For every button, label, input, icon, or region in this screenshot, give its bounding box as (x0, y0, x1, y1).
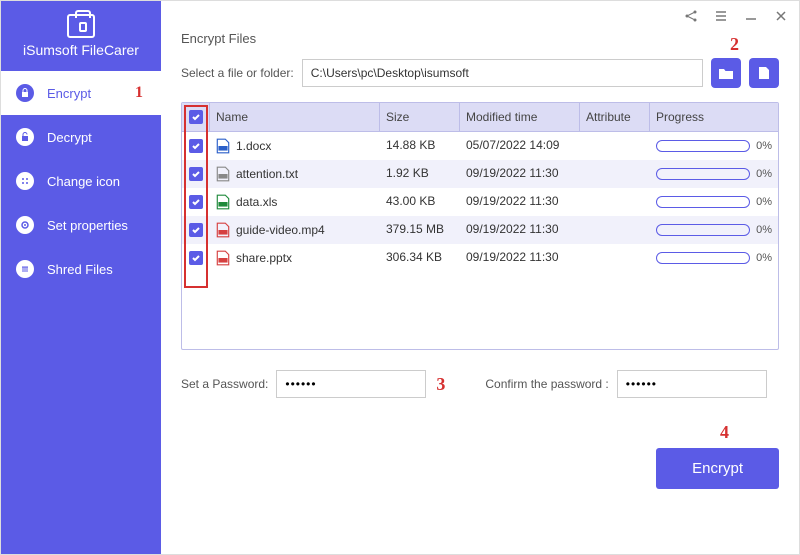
file-size: 43.00 KB (380, 188, 460, 216)
progress-text: 0% (756, 224, 772, 236)
sidebar-item-change-icon[interactable]: Change icon (1, 159, 161, 203)
col-header-size[interactable]: Size (380, 103, 460, 131)
file-type-icon (216, 250, 230, 266)
app-title: iSumsoft FileCarer (23, 42, 139, 58)
sidebar-item-label: Shred Files (47, 262, 113, 277)
col-header-prog[interactable]: Progress (650, 103, 778, 131)
file-size: 14.88 KB (380, 132, 460, 160)
sidebar-item-label: Change icon (47, 174, 120, 189)
main-panel: Encrypt Files 2 Select a file or folder:… (161, 1, 799, 554)
menu-icon[interactable] (713, 8, 729, 24)
shred-icon (15, 259, 35, 279)
file-icon (758, 66, 770, 80)
sidebar: iSumsoft FileCarer Encrypt 1 Decrypt (1, 1, 161, 554)
table-row[interactable]: guide-video.mp4 379.15 MB09/19/2022 11:30… (182, 216, 778, 244)
file-size: 1.92 KB (380, 160, 460, 188)
folder-icon (718, 66, 734, 80)
progress-bar (656, 168, 750, 180)
progress-bar (656, 224, 750, 236)
titlebar (161, 1, 799, 31)
annotation-badge-4: 4 (720, 422, 729, 443)
file-time: 09/19/2022 11:30 (460, 244, 580, 272)
table-row[interactable]: attention.txt 1.92 KB09/19/2022 11:30 0% (182, 160, 778, 188)
gear-icon (15, 215, 35, 235)
file-time: 05/07/2022 14:09 (460, 132, 580, 160)
browse-folder-button[interactable] (711, 58, 741, 88)
file-type-icon (216, 222, 230, 238)
progress-text: 0% (756, 168, 772, 180)
app-logo-icon (67, 14, 95, 38)
share-icon[interactable] (683, 8, 699, 24)
annotation-badge-1: 1 (135, 84, 143, 102)
file-attr (580, 244, 650, 272)
select-all-checkbox[interactable] (189, 110, 203, 124)
col-header-time[interactable]: Modified time (460, 103, 580, 131)
row-checkbox[interactable] (189, 167, 203, 181)
row-checkbox[interactable] (189, 195, 203, 209)
progress-bar (656, 196, 750, 208)
annotation-badge-3: 3 (436, 374, 445, 395)
close-icon[interactable] (773, 8, 789, 24)
progress-text: 0% (756, 196, 772, 208)
sidebar-item-set-properties[interactable]: Set properties (1, 203, 161, 247)
file-attr (580, 188, 650, 216)
nav-list: Encrypt 1 Decrypt Change icon Set pr (1, 71, 161, 291)
set-password-input[interactable] (276, 370, 426, 398)
unlock-icon (15, 127, 35, 147)
col-header-name[interactable]: Name (210, 103, 380, 131)
file-name: data.xls (236, 195, 277, 209)
sidebar-item-label: Decrypt (47, 130, 92, 145)
file-size: 379.15 MB (380, 216, 460, 244)
sidebar-item-label: Encrypt (47, 86, 91, 101)
grid-icon (15, 171, 35, 191)
table-row[interactable]: share.pptx 306.34 KB09/19/2022 11:30 0% (182, 244, 778, 272)
file-table: Name Size Modified time Attribute Progre… (181, 102, 779, 350)
sidebar-item-shred-files[interactable]: Shred Files (1, 247, 161, 291)
file-time: 09/19/2022 11:30 (460, 188, 580, 216)
file-type-icon (216, 194, 230, 210)
browse-file-button[interactable] (749, 58, 779, 88)
progress-bar (656, 140, 750, 152)
file-name: 1.docx (236, 139, 271, 153)
set-password-label: Set a Password: (181, 377, 268, 391)
path-input[interactable] (302, 59, 703, 87)
section-title: Encrypt Files (181, 31, 779, 46)
confirm-password-label: Confirm the password : (485, 377, 608, 391)
file-name: attention.txt (236, 167, 298, 181)
path-label: Select a file or folder: (181, 66, 294, 80)
lock-icon (15, 83, 35, 103)
file-attr (580, 132, 650, 160)
progress-text: 0% (756, 252, 772, 264)
file-name: share.pptx (236, 251, 292, 265)
progress-text: 0% (756, 140, 772, 152)
row-checkbox[interactable] (189, 139, 203, 153)
file-type-icon (216, 138, 230, 154)
row-checkbox[interactable] (189, 223, 203, 237)
sidebar-item-label: Set properties (47, 218, 128, 233)
col-header-attr[interactable]: Attribute (580, 103, 650, 131)
file-attr (580, 160, 650, 188)
encrypt-button[interactable]: Encrypt (656, 448, 779, 489)
confirm-password-input[interactable] (617, 370, 767, 398)
table-row[interactable]: data.xls 43.00 KB09/19/2022 11:30 0% (182, 188, 778, 216)
logo-area: iSumsoft FileCarer (1, 1, 161, 71)
file-type-icon (216, 166, 230, 182)
row-checkbox[interactable] (189, 251, 203, 265)
table-row[interactable]: 1.docx 14.88 KB05/07/2022 14:09 0% (182, 132, 778, 160)
sidebar-item-encrypt[interactable]: Encrypt 1 (1, 71, 161, 115)
annotation-badge-2: 2 (730, 34, 739, 55)
file-size: 306.34 KB (380, 244, 460, 272)
table-header: Name Size Modified time Attribute Progre… (182, 103, 778, 132)
file-time: 09/19/2022 11:30 (460, 160, 580, 188)
file-name: guide-video.mp4 (236, 223, 325, 237)
minimize-icon[interactable] (743, 8, 759, 24)
file-time: 09/19/2022 11:30 (460, 216, 580, 244)
file-attr (580, 216, 650, 244)
progress-bar (656, 252, 750, 264)
sidebar-item-decrypt[interactable]: Decrypt (1, 115, 161, 159)
